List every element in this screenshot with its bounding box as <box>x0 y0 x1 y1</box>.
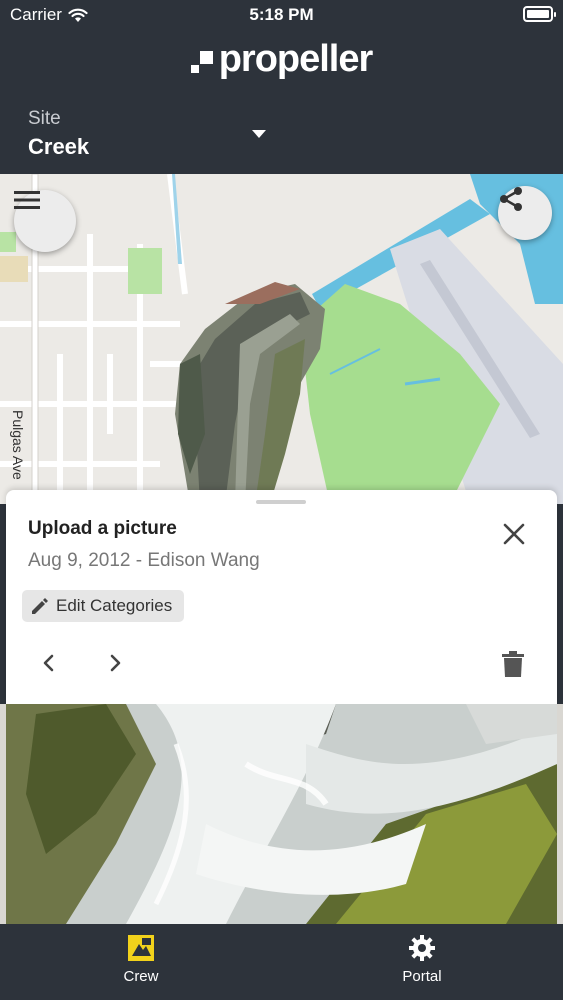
sheet-subtitle: Aug 9, 2012 - Edison Wang <box>28 550 260 571</box>
site-value: Creek <box>28 134 90 159</box>
delete-button[interactable] <box>500 650 526 678</box>
map-graphic <box>0 174 563 504</box>
trash-icon <box>502 651 524 677</box>
gear-icon <box>409 935 435 961</box>
site-selector[interactable]: Site Creek <box>28 108 89 160</box>
map-edge-right <box>557 704 563 924</box>
menu-button[interactable] <box>14 190 76 252</box>
chevron-left-icon <box>43 654 54 672</box>
logo-mark-icon <box>190 50 213 73</box>
waterfall-image <box>6 704 557 924</box>
picture-detail-sheet: Upload a picture Aug 9, 2012 - Edison Wa… <box>6 490 557 704</box>
site-label: Site <box>28 108 61 129</box>
map-view[interactable]: Pulgas Ave <box>0 174 563 504</box>
close-button[interactable] <box>500 520 528 548</box>
clock: 5:18 PM <box>249 5 314 24</box>
chevron-down-icon[interactable] <box>252 130 266 138</box>
tab-portal-label: Portal <box>402 968 442 985</box>
previous-button[interactable] <box>36 650 62 676</box>
tab-portal[interactable]: Portal <box>352 934 492 985</box>
pencil-icon <box>32 598 48 614</box>
sheet-grabber[interactable] <box>256 500 306 504</box>
logo-text: propeller <box>218 38 374 80</box>
tab-crew-label: Crew <box>123 968 159 985</box>
edit-categories-button[interactable]: Edit Categories <box>22 590 185 622</box>
crew-icon <box>128 935 154 961</box>
tab-crew[interactable]: Crew <box>71 934 211 985</box>
propeller-logo: propeller <box>0 38 563 81</box>
close-icon <box>503 523 525 545</box>
battery-icon <box>523 6 556 22</box>
chevron-right-icon <box>110 654 121 672</box>
app-header: propeller Site Creek <box>0 30 563 174</box>
status-bar: Carrier 5:18 PM <box>0 0 563 30</box>
edit-categories-label: Edit Categories <box>56 596 173 615</box>
share-icon <box>500 187 522 211</box>
hamburger-icon <box>14 191 40 209</box>
street-label: Pulgas Ave <box>10 410 26 480</box>
next-button[interactable] <box>102 650 128 676</box>
uploaded-photo[interactable] <box>6 704 557 924</box>
tab-bar: Crew Portal <box>0 924 563 1000</box>
share-button[interactable] <box>498 186 552 240</box>
sheet-title: Upload a picture <box>28 518 177 539</box>
